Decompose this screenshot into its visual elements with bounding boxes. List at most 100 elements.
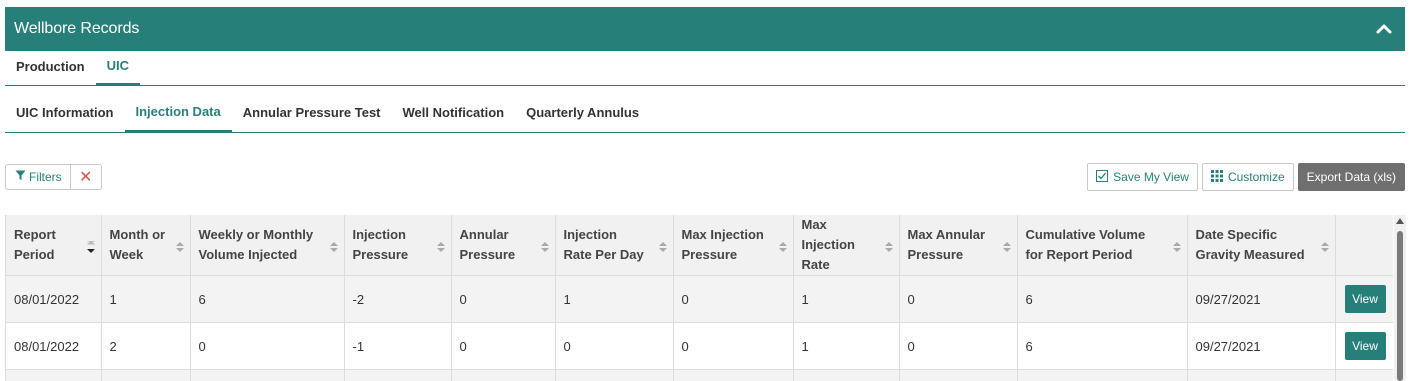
column-label: Date Specific Gravity Measured — [1195, 227, 1305, 262]
table-scrollbar[interactable] — [1394, 215, 1406, 381]
view-button[interactable]: View — [1344, 285, 1386, 313]
cell-actions: View — [1335, 275, 1393, 323]
sort-icon[interactable] — [540, 239, 549, 252]
cell-month-or-week: 1 — [101, 275, 191, 323]
checkbox-icon — [1096, 169, 1109, 185]
cell-annular-pressure: 0 — [451, 275, 556, 323]
column-label: Injection Pressure — [352, 227, 409, 262]
filters-label: Filters — [29, 170, 62, 184]
tab-injection-data[interactable]: Injection Data — [124, 97, 232, 132]
table-row: 08/01/2022 2 0 -1 0 0 0 1 0 6 09/27/2021… — [6, 322, 1393, 370]
cell-date-specific-gravity: 09/27/2021 — [1187, 322, 1336, 370]
column-header-month-or-week[interactable]: Month or Week — [101, 215, 191, 276]
column-header-cumulative-volume[interactable]: Cumulative Volume for Report Period — [1017, 215, 1188, 276]
cell-injection-rate: 1 — [555, 275, 674, 323]
cell-max-injection-rate: 1 — [793, 275, 900, 323]
cell-max-injection-pressure: 0 — [673, 275, 794, 323]
sort-icon[interactable] — [778, 239, 787, 252]
panel-title: Wellbore Records — [14, 20, 140, 37]
filter-icon — [15, 170, 26, 184]
cell-max-injection-rate: 1 — [793, 322, 900, 370]
column-header-actions — [1335, 215, 1393, 276]
cell-volume-injected: 6 — [190, 275, 345, 323]
column-header-volume-injected[interactable]: Weekly or Monthly Volume Injected — [190, 215, 345, 276]
cell-max-annular-pressure: 0 — [899, 275, 1018, 323]
column-label: Max Annular Pressure — [907, 227, 986, 262]
tab-quarterly-annulus[interactable]: Quarterly Annulus — [515, 97, 650, 132]
tab-label: Annular Pressure Test — [242, 105, 381, 120]
save-my-view-button[interactable]: Save My View — [1087, 163, 1198, 191]
customize-button[interactable]: Customize — [1201, 163, 1294, 191]
tab-well-notification[interactable]: Well Notification — [392, 97, 516, 132]
secondary-tabs: UIC Information Injection Data Annular P… — [5, 97, 1405, 133]
column-header-annular-pressure[interactable]: Annular Pressure — [451, 215, 556, 276]
sort-desc-icon[interactable] — [86, 238, 95, 253]
view-button[interactable]: View — [1344, 332, 1386, 360]
cell-volume-injected: 0 — [190, 322, 345, 370]
tab-uic[interactable]: UIC — [95, 51, 140, 85]
close-icon: ✕ — [78, 169, 93, 186]
panel-header: Wellbore Records — [5, 7, 1405, 51]
injection-data-table: Report Period Month or Week Weekly or Mo… — [5, 215, 1393, 381]
sort-icon[interactable] — [884, 239, 893, 252]
column-header-date-specific-gravity[interactable]: Date Specific Gravity Measured — [1187, 215, 1336, 276]
primary-tabs: Production UIC — [5, 51, 1405, 86]
table-row: 08/01/2022 1 6 -2 0 1 0 1 0 6 09/27/2021… — [6, 275, 1393, 323]
column-label: Injection Rate Per Day — [563, 227, 644, 262]
sort-icon[interactable] — [175, 239, 184, 252]
cell-annular-pressure: 0 — [451, 322, 556, 370]
clear-filters-button[interactable]: ✕ — [70, 164, 102, 190]
cell-max-annular-pressure: 0 — [899, 322, 1018, 370]
sort-icon[interactable] — [658, 239, 667, 252]
export-label: Export Data (xls) — [1306, 170, 1396, 184]
column-header-injection-rate[interactable]: Injection Rate Per Day — [555, 215, 674, 276]
column-header-report-period[interactable]: Report Period — [6, 215, 102, 276]
column-label: Month or Week — [109, 227, 166, 262]
chevron-up-icon[interactable] — [1373, 18, 1395, 40]
sort-icon[interactable] — [1320, 239, 1329, 252]
column-label: Max Injection Rate — [801, 217, 855, 272]
column-label: Max Injection Pressure — [681, 227, 764, 262]
sort-icon[interactable] — [436, 239, 445, 252]
scrollbar-thumb[interactable] — [1397, 231, 1403, 381]
tab-production[interactable]: Production — [5, 51, 96, 85]
column-header-max-injection-pressure[interactable]: Max Injection Pressure — [673, 215, 794, 276]
cell-injection-rate: 0 — [555, 322, 674, 370]
tab-annular-pressure-test[interactable]: Annular Pressure Test — [232, 97, 392, 132]
filters-button[interactable]: Filters — [5, 164, 71, 190]
column-label: Cumulative Volume for Report Period — [1025, 227, 1146, 262]
cell-report-period: 08/01/2022 — [6, 322, 102, 370]
filter-toolbar: Filters ✕ — [5, 164, 102, 190]
grid-icon — [1210, 169, 1223, 185]
data-table: Report Period Month or Week Weekly or Mo… — [6, 215, 1393, 381]
cell-cumulative-volume: 6 — [1017, 322, 1188, 370]
tab-label: UIC — [106, 57, 129, 73]
table-row — [6, 369, 1393, 381]
view-label: View — [1352, 292, 1378, 306]
export-data-button[interactable]: Export Data (xls) — [1297, 163, 1405, 191]
view-label: View — [1352, 339, 1378, 353]
view-toolbar: Save My View Customize Export Data (xls) — [1087, 163, 1405, 191]
cell-report-period: 08/01/2022 — [6, 275, 102, 323]
cell-date-specific-gravity: 09/27/2021 — [1187, 275, 1336, 323]
scroll-up-arrow-icon[interactable] — [1396, 218, 1404, 224]
column-label: Annular Pressure — [459, 227, 516, 262]
cell-injection-pressure: -1 — [344, 322, 452, 370]
column-header-max-annular-pressure[interactable]: Max Annular Pressure — [899, 215, 1018, 276]
cell-month-or-week: 2 — [101, 322, 191, 370]
cell-actions: View — [1335, 322, 1393, 370]
save-my-view-label: Save My View — [1113, 170, 1189, 184]
sort-icon[interactable] — [1002, 239, 1011, 252]
column-label: Report Period — [14, 227, 56, 262]
tab-uic-information[interactable]: UIC Information — [5, 97, 125, 132]
tab-label: UIC Information — [16, 105, 114, 120]
cell-injection-pressure: -2 — [344, 275, 452, 323]
column-header-max-injection-rate[interactable]: Max Injection Rate — [793, 215, 900, 276]
sort-icon[interactable] — [1172, 239, 1181, 252]
column-header-injection-pressure[interactable]: Injection Pressure — [344, 215, 452, 276]
tab-label: Well Notification — [402, 105, 505, 120]
customize-label: Customize — [1227, 170, 1285, 184]
cell-cumulative-volume: 6 — [1017, 275, 1188, 323]
tab-label: Injection Data — [135, 104, 221, 119]
sort-icon[interactable] — [329, 239, 338, 252]
